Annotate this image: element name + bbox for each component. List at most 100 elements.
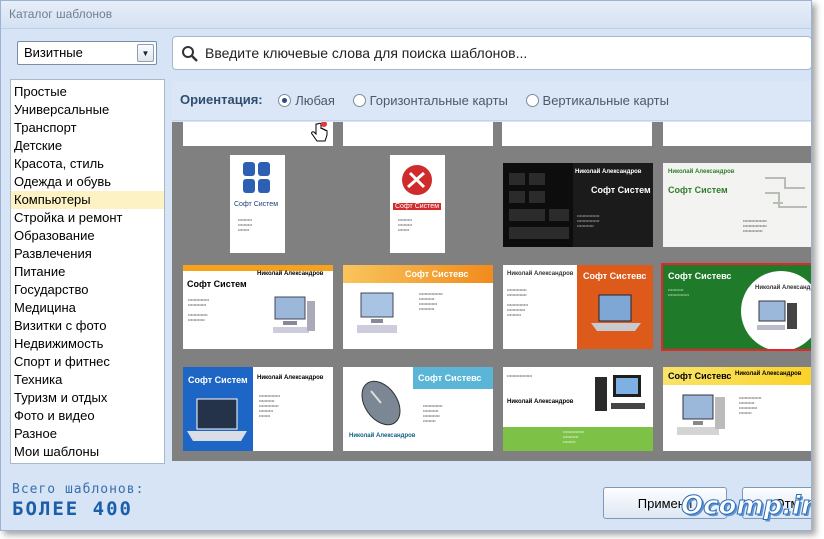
category-item[interactable]: Визитки с фото xyxy=(11,317,164,335)
category-item-selected[interactable]: Компьютеры xyxy=(11,191,164,209)
category-item[interactable]: Недвижимость xyxy=(11,335,164,353)
category-item[interactable]: Образование xyxy=(11,227,164,245)
template-card[interactable] xyxy=(663,122,811,146)
category-item[interactable]: Туризм и отдых xyxy=(11,389,164,407)
category-item[interactable]: Красота, стиль xyxy=(11,155,164,173)
category-item[interactable]: Простые xyxy=(11,83,164,101)
card-contact-lines: ••••••••••••••••••••••••••••••••••••••••… xyxy=(419,291,443,311)
emblem-icon xyxy=(402,165,432,195)
radio-icon xyxy=(352,94,366,108)
radio-any[interactable]: Любая xyxy=(278,93,335,108)
template-card-vertical[interactable]: Софт Систем •••••••••• •••••••••• •••••••• xyxy=(230,155,285,253)
computer-icon xyxy=(757,300,797,330)
watermark-logo: Ocomp.info xyxy=(681,491,811,522)
template-gallery[interactable]: Софт Систем •••••••••• •••••••••• ••••••••… xyxy=(172,122,811,461)
category-item[interactable]: Универсальные xyxy=(11,101,164,119)
computer-icon xyxy=(273,296,315,333)
category-item[interactable]: Государство xyxy=(11,281,164,299)
window-title: Каталог шаблонов xyxy=(1,1,811,29)
circuit-pattern-icon xyxy=(765,177,807,208)
radio-selected-icon xyxy=(278,94,292,108)
template-card-selected[interactable]: Софт Систевс ••••••••••• ••••••••••••••• … xyxy=(661,263,811,351)
template-catalog-window: Каталог шаблонов Визитные ▼ Введите ключ… xyxy=(0,0,812,531)
template-card[interactable]: Софт Систевс ••••••••••••••••• ••••••••••… xyxy=(343,265,493,349)
category-item[interactable]: Развлечения xyxy=(11,245,164,263)
card-name: Николай Александров xyxy=(349,433,416,439)
chevron-down-icon[interactable]: ▼ xyxy=(137,44,154,62)
card-contact-lines: ••••••••••••••••••••••••••••••••••••••••… xyxy=(423,403,443,423)
radio-any-label: Любая xyxy=(295,93,335,109)
search-input[interactable]: Введите ключевые слова для поиска шаблон… xyxy=(172,36,811,70)
card-name: Николай Александров xyxy=(668,169,735,175)
template-card[interactable] xyxy=(343,122,493,146)
card-contact-lines: ••••••••••••••••••••••••••••••••••••••••… xyxy=(188,297,210,322)
card-company: Софт Систевс xyxy=(668,271,732,281)
search-placeholder: Введите ключевые слова для поиска шаблон… xyxy=(205,45,528,61)
card-contact-lines: ••••••••••••••••••••••••••••••••••••••••… xyxy=(743,218,767,233)
total-templates-value: БОЛЕЕ 400 xyxy=(12,498,133,520)
category-dropdown[interactable]: Визитные ▼ xyxy=(17,41,157,65)
radio-icon xyxy=(525,94,539,108)
template-card[interactable]: Софт Систем Николай Александров ••••••••… xyxy=(183,367,333,451)
card-company: Софт Систевс xyxy=(668,371,732,381)
orientation-bar: Ориентация: Любая Горизонтальные карты В… xyxy=(172,81,811,121)
category-item[interactable]: Фото и видео xyxy=(11,407,164,425)
radio-vertical-label: Вертикальные карты xyxy=(542,93,669,109)
category-list[interactable]: Простые Универсальные Транспорт Детские … xyxy=(10,79,165,464)
search-icon xyxy=(182,46,198,62)
card-contact-lines: •••••••••• •••••••••• •••••••• xyxy=(238,217,253,232)
category-item[interactable]: Стройка и ремонт xyxy=(11,209,164,227)
card-contact-lines: ••••••••••••••••••••••••••••••••••••••••… xyxy=(577,213,600,228)
card-name: Николай Александров xyxy=(257,375,324,381)
orientation-label: Ориентация: xyxy=(180,92,263,107)
keyboard-image-icon xyxy=(503,163,573,247)
template-card[interactable]: Софт Систевс Николай Александров •••••••… xyxy=(343,367,493,451)
radio-vertical[interactable]: Вертикальные карты xyxy=(525,93,669,109)
laptop-icon xyxy=(187,398,247,441)
template-card[interactable]: Софт Систем Николай Александров ••••••••… xyxy=(183,265,333,349)
template-card-vertical[interactable]: Софт Систем •••••••••• •••••••••• •••••••• xyxy=(390,155,445,253)
card-contact-lines: •••••••••• •••••••••• •••••••• xyxy=(398,217,413,232)
radio-horizontal[interactable]: Горизонтальные карты xyxy=(352,93,508,109)
mouse-icon xyxy=(361,380,401,426)
template-card[interactable]: Софт Систевс Николай Александров •••••••… xyxy=(663,367,811,451)
card-name: Николай Александров xyxy=(257,271,324,277)
template-card[interactable]: Николай Александров Софт Систем ••••••••… xyxy=(663,163,811,247)
category-item[interactable]: Разное xyxy=(11,425,164,443)
card-company: Софт Систевс xyxy=(418,373,482,383)
card-contact-lines: ••••••••••• ••••••••••••••• xyxy=(668,287,690,297)
hand-cursor-icon xyxy=(311,122,328,142)
template-card[interactable] xyxy=(502,122,652,146)
category-item[interactable]: Транспорт xyxy=(11,119,164,137)
card-title: Софт Систем xyxy=(234,201,279,208)
card-name: Николай Александров xyxy=(735,371,802,377)
card-company: Софт Систевс xyxy=(405,269,469,279)
computer-icon xyxy=(595,375,645,411)
card-company: Софт Систевс xyxy=(583,271,647,281)
category-item[interactable]: Одежда и обувь xyxy=(11,173,164,191)
template-card[interactable]: Николай Александров Софт Систевс •••••••… xyxy=(503,265,653,349)
card-company: Софт Систем xyxy=(591,185,651,195)
tech-icons-icon xyxy=(243,162,270,193)
card-name: Николай Александров xyxy=(507,271,574,277)
category-item[interactable]: Спорт и фитнес xyxy=(11,353,164,371)
card-contact-lines: ••••••••••••••••••••••••••••••••••••••••… xyxy=(507,287,529,317)
card-contact-lines: •••••••••••••••••• xyxy=(507,373,533,378)
card-name: Николай Александров xyxy=(507,399,574,405)
category-item[interactable]: Мои шаблоны xyxy=(11,443,164,461)
card-company: Софт Систем xyxy=(187,279,247,289)
card-contact-lines: ••••••••••••••••••••••••••••••••••••••••… xyxy=(739,395,762,415)
card-name: Николай Александров xyxy=(755,285,811,291)
card-title: Софт Систем xyxy=(393,203,442,210)
template-card[interactable]: Николай Александров Софт Систем ••••••••… xyxy=(503,163,653,247)
category-item[interactable]: Техника xyxy=(11,371,164,389)
radio-horizontal-label: Горизонтальные карты xyxy=(369,93,508,109)
card-name: Николай Александров xyxy=(575,169,642,175)
category-item[interactable]: Питание xyxy=(11,263,164,281)
category-item[interactable]: Медицина xyxy=(11,299,164,317)
computer-icon xyxy=(357,292,397,333)
card-contact-lines: ••••••••••••••• ••••••••••• ••••••••• xyxy=(563,429,585,444)
category-item[interactable]: Детские xyxy=(11,137,164,155)
laptop-icon xyxy=(591,294,641,331)
template-card[interactable]: •••••••••••••••••• Николай Александров •… xyxy=(503,367,653,451)
